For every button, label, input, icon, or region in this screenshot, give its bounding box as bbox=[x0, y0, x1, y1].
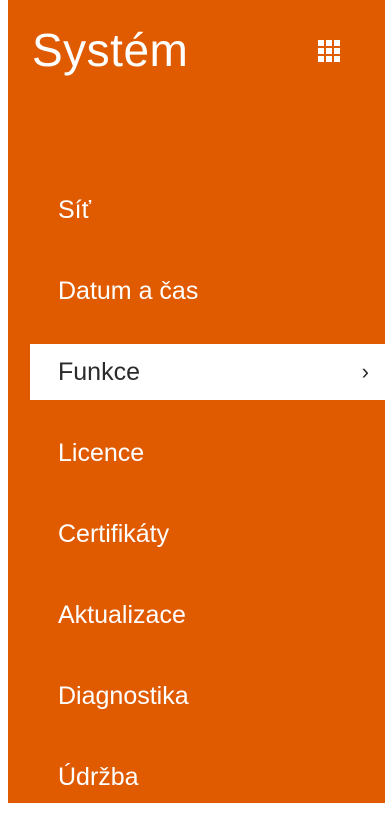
sidebar-item-label: Údržba bbox=[58, 762, 139, 791]
grid-icon-cell bbox=[334, 56, 340, 62]
sidebar-item-label: Certifikáty bbox=[58, 519, 170, 548]
grid-icon-cell bbox=[318, 40, 324, 46]
sidebar-item-diagnostika[interactable]: Diagnostika bbox=[0, 668, 385, 724]
sidebar-menu: Síť Datum a čas Funkce › Licence Certifi… bbox=[0, 182, 385, 830]
sidebar-item-label: Aktualizace bbox=[58, 600, 186, 629]
grid-icon-cell bbox=[318, 56, 324, 62]
sidebar-item-label: Síť bbox=[58, 195, 91, 224]
sidebar-item-licence[interactable]: Licence bbox=[0, 425, 385, 481]
chevron-right-icon: › bbox=[361, 359, 369, 384]
grid-icon-cell bbox=[326, 56, 332, 62]
sidebar-item-datum-a-cas[interactable]: Datum a čas bbox=[0, 263, 385, 319]
sidebar-item-certifikaty[interactable]: Certifikáty bbox=[0, 506, 385, 562]
sidebar-item-label: Datum a čas bbox=[58, 276, 199, 305]
sidebar-item-udrzba[interactable]: Údržba bbox=[0, 749, 385, 805]
grid-icon-cell bbox=[326, 40, 332, 46]
system-sidebar: Systém Síť Datum a čas Funkce › Licence … bbox=[0, 0, 385, 803]
sidebar-item-label: Licence bbox=[58, 438, 145, 467]
sidebar-item-label: Diagnostika bbox=[58, 681, 189, 710]
sidebar-item-aktualizace[interactable]: Aktualizace bbox=[0, 587, 385, 643]
grid-icon[interactable] bbox=[318, 40, 340, 62]
grid-icon-cell bbox=[318, 48, 324, 54]
sidebar-item-funkce[interactable]: Funkce › bbox=[30, 344, 385, 400]
sidebar-item-label: Funkce bbox=[58, 357, 140, 386]
sidebar-item-sit[interactable]: Síť bbox=[0, 182, 385, 238]
grid-icon-cell bbox=[326, 48, 332, 54]
sidebar-title: Systém bbox=[32, 24, 189, 76]
grid-icon-cell bbox=[334, 48, 340, 54]
grid-icon-cell bbox=[334, 40, 340, 46]
